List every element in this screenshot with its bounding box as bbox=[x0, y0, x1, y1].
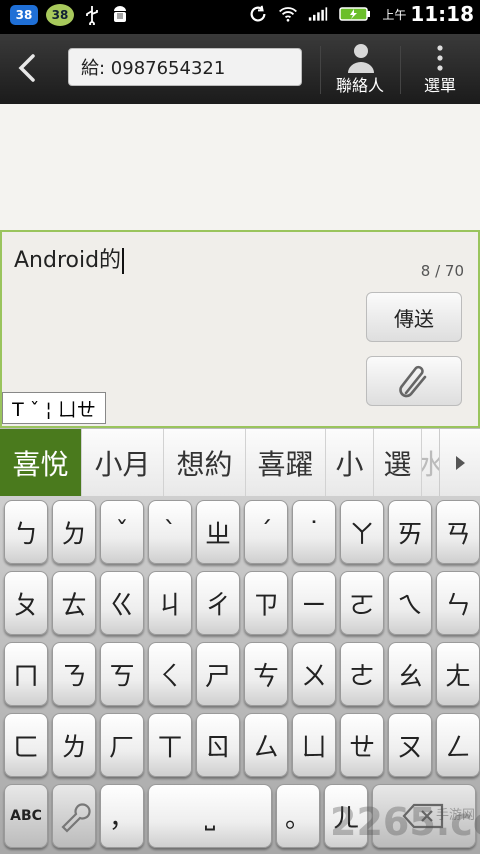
candidate-1[interactable]: 喜悅 bbox=[0, 429, 82, 497]
key-r3-c7[interactable]: ㄨ bbox=[292, 642, 336, 706]
clock: 11:18 bbox=[410, 2, 474, 26]
watermark-sub: 手游网 bbox=[436, 808, 476, 823]
key-r2-c4[interactable]: ㄐ bbox=[148, 571, 192, 635]
usb-icon bbox=[82, 4, 102, 26]
key-r4-c10[interactable]: ㄥ bbox=[436, 713, 480, 777]
space-key[interactable]: ⎵ bbox=[148, 784, 272, 848]
period-key[interactable]: 。 bbox=[276, 784, 320, 848]
android-icon bbox=[110, 4, 130, 26]
character-counter: 8 / 70 bbox=[420, 262, 464, 280]
key-r1-c6[interactable]: ˊ bbox=[244, 500, 288, 564]
key-r1-c3[interactable]: ˇ bbox=[100, 500, 144, 564]
contacts-button[interactable]: 聯絡人 bbox=[322, 42, 398, 100]
key-r3-c9[interactable]: ㄠ bbox=[388, 642, 432, 706]
chevron-left-icon bbox=[18, 54, 35, 82]
key-r2-c9[interactable]: ㄟ bbox=[388, 571, 432, 635]
key-r4-c8[interactable]: ㄝ bbox=[340, 713, 384, 777]
key-r1-c2[interactable]: ㄉ bbox=[52, 500, 96, 564]
paperclip-icon bbox=[399, 365, 427, 398]
key-r2-c7[interactable]: ㄧ bbox=[292, 571, 336, 635]
divider bbox=[320, 46, 321, 94]
conversation-area bbox=[0, 104, 480, 230]
key-r2-c8[interactable]: ㄛ bbox=[340, 571, 384, 635]
abc-key[interactable]: ABC bbox=[4, 784, 48, 848]
action-bar: 給: 0987654321 聯絡人 選單 bbox=[0, 34, 480, 104]
candidate-3[interactable]: 想約 bbox=[164, 429, 246, 497]
message-text: Android的 bbox=[14, 248, 122, 273]
key-r4-c9[interactable]: ㄡ bbox=[388, 713, 432, 777]
key-r4-c2[interactable]: ㄌ bbox=[52, 713, 96, 777]
expand-candidates-button[interactable] bbox=[439, 429, 480, 497]
key-r3-c1[interactable]: ㄇ bbox=[4, 642, 48, 706]
key-r4-c6[interactable]: ㄙ bbox=[244, 713, 288, 777]
divider bbox=[400, 46, 401, 94]
menu-button[interactable]: 選單 bbox=[402, 42, 478, 100]
key-r1-c10[interactable]: ㄢ bbox=[436, 500, 480, 564]
candidate-2[interactable]: 小月 bbox=[82, 429, 164, 497]
key-r2-c2[interactable]: ㄊ bbox=[52, 571, 96, 635]
candidate-5[interactable]: 小 bbox=[326, 429, 374, 497]
comma-key[interactable]: ， bbox=[100, 784, 144, 848]
candidate-bar: 喜悅 小月 想約 喜躍 小 選 水 bbox=[0, 428, 480, 498]
key-r3-c8[interactable]: ㄜ bbox=[340, 642, 384, 706]
key-r2-c3[interactable]: ㄍ bbox=[100, 571, 144, 635]
key-r1-c9[interactable]: ㄞ bbox=[388, 500, 432, 564]
key-r4-c4[interactable]: ㄒ bbox=[148, 713, 192, 777]
key-r4-c3[interactable]: ㄏ bbox=[100, 713, 144, 777]
composing-text: T ˇ ¦ ㄩㄝ bbox=[2, 392, 106, 424]
key-r1-c1[interactable]: ㄅ bbox=[4, 500, 48, 564]
menu-label: 選單 bbox=[423, 76, 456, 95]
key-r1-c7[interactable]: ˙ bbox=[292, 500, 336, 564]
attach-button[interactable] bbox=[366, 356, 462, 406]
key-r1-c4[interactable]: ˋ bbox=[148, 500, 192, 564]
recipient-field[interactable]: 給: 0987654321 bbox=[68, 48, 302, 86]
key-r3-c4[interactable]: ㄑ bbox=[148, 642, 192, 706]
key-r1-c5[interactable]: ㄓ bbox=[196, 500, 240, 564]
key-r3-c5[interactable]: ㄕ bbox=[196, 642, 240, 706]
key-r4-c5[interactable]: ㄖ bbox=[196, 713, 240, 777]
sync-icon bbox=[248, 3, 268, 25]
wrench-icon bbox=[61, 803, 91, 833]
key-r3-c2[interactable]: ㄋ bbox=[52, 642, 96, 706]
key-r2-c6[interactable]: ㄗ bbox=[244, 571, 288, 635]
key-r3-c3[interactable]: ㄎ bbox=[100, 642, 144, 706]
triangle-right-icon bbox=[456, 456, 465, 470]
candidate-4[interactable]: 喜躍 bbox=[246, 429, 326, 497]
key-r2-c10[interactable]: ㄣ bbox=[436, 571, 480, 635]
key-r2-c1[interactable]: ㄆ bbox=[4, 571, 48, 635]
candidate-6[interactable]: 選 bbox=[374, 429, 422, 497]
status-bar: 38 38 上午 11:18 bbox=[0, 0, 480, 34]
back-button[interactable] bbox=[8, 48, 48, 88]
notification-badge: 38 bbox=[10, 5, 38, 25]
overflow-menu-icon bbox=[437, 45, 443, 71]
wifi-icon bbox=[278, 3, 298, 25]
candidate-7[interactable]: 水 bbox=[422, 429, 440, 497]
settings-key[interactable] bbox=[52, 784, 96, 848]
am-pm-label: 上午 bbox=[382, 7, 407, 22]
send-button[interactable]: 傳送 bbox=[366, 292, 462, 342]
notification-badge-round: 38 bbox=[46, 4, 74, 26]
key-r4-c1[interactable]: ㄈ bbox=[4, 713, 48, 777]
signal-icon bbox=[308, 3, 328, 25]
key-r2-c5[interactable]: ㄔ bbox=[196, 571, 240, 635]
text-cursor bbox=[122, 248, 125, 274]
key-r4-c7[interactable]: ㄩ bbox=[292, 713, 336, 777]
key-r1-c8[interactable]: ㄚ bbox=[340, 500, 384, 564]
battery-icon bbox=[338, 3, 372, 25]
contacts-label: 聯絡人 bbox=[335, 76, 384, 95]
person-icon bbox=[348, 44, 374, 73]
key-r3-c6[interactable]: ㄘ bbox=[244, 642, 288, 706]
message-input[interactable]: Android的 bbox=[14, 242, 125, 274]
key-r3-c10[interactable]: ㄤ bbox=[436, 642, 480, 706]
